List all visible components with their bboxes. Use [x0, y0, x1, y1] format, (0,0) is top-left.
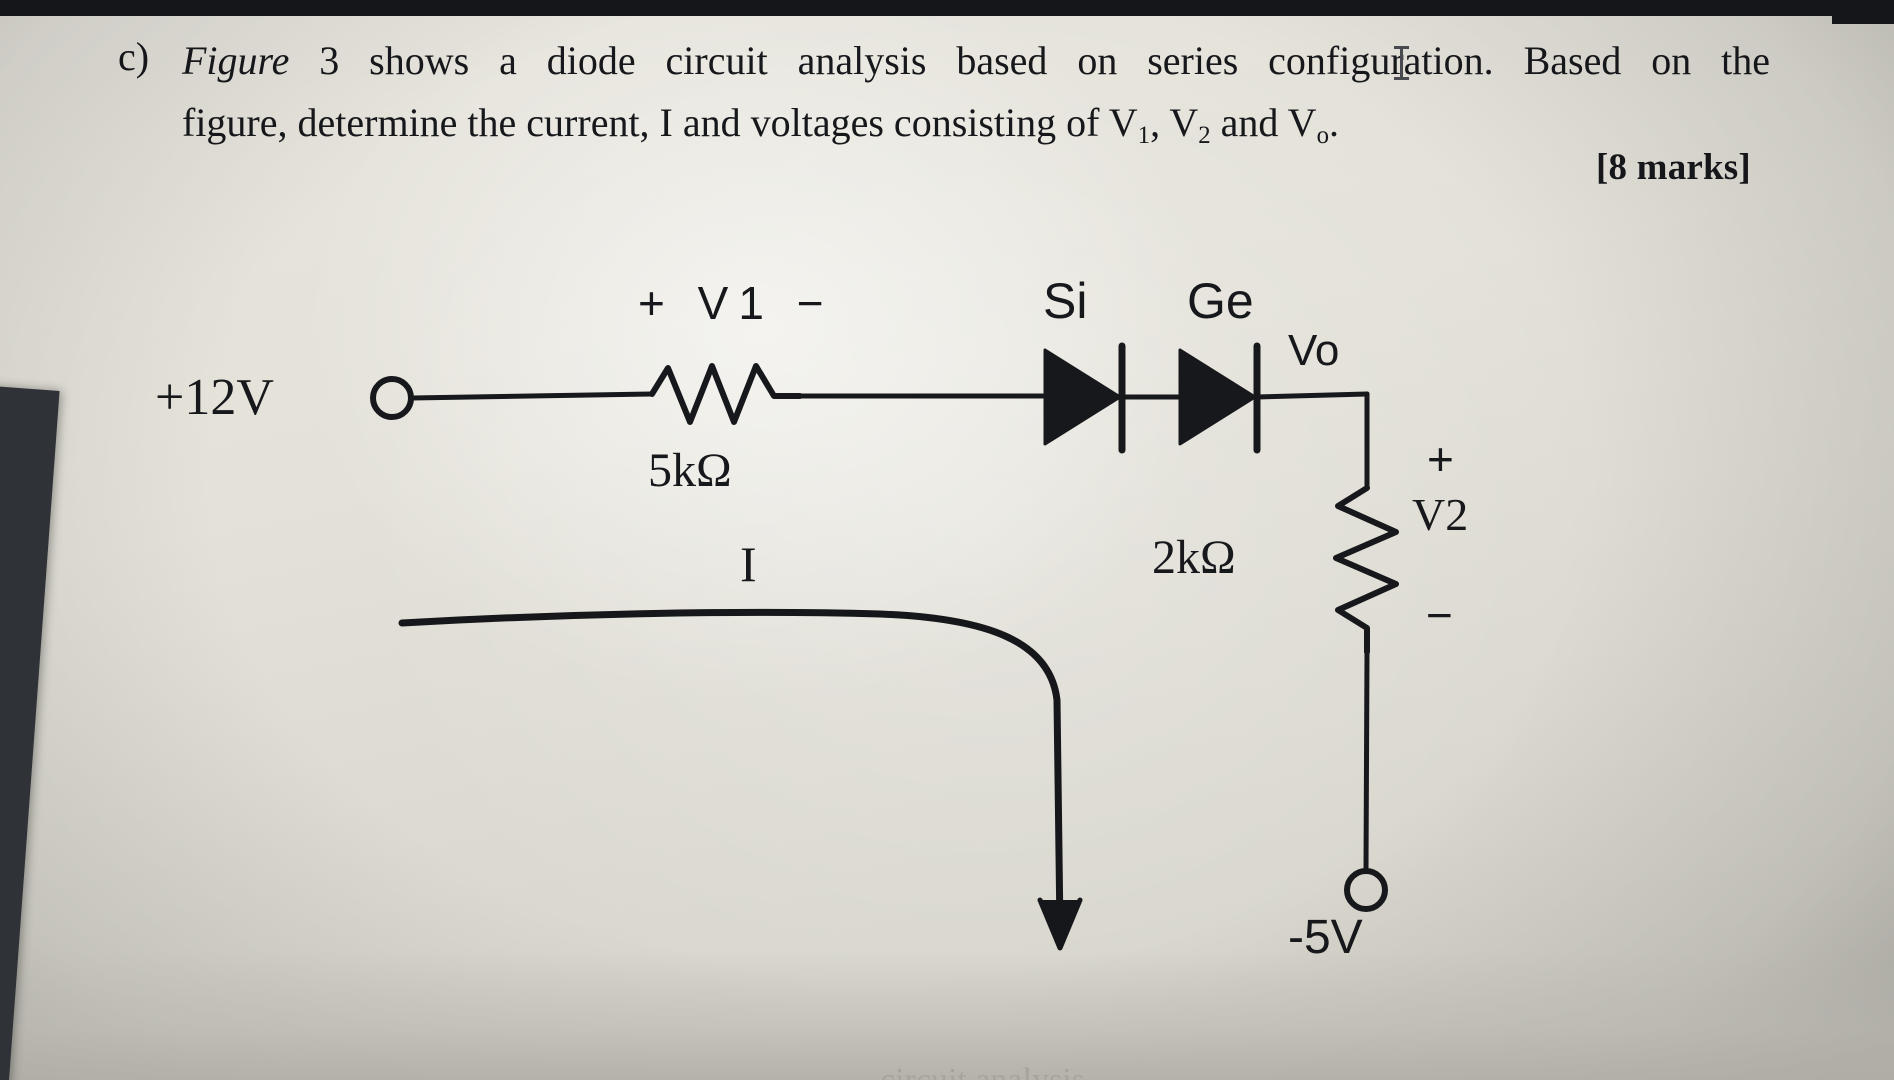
label-current-i: I	[740, 536, 757, 592]
question-word-circuit: circuit	[665, 38, 768, 83]
question-line2-mid: , V	[1150, 100, 1199, 145]
question-word-shows: shows	[369, 38, 470, 83]
photographed-document-page: c) Figure 3 shows a diode circuit analys…	[0, 0, 1894, 1080]
question-word-based-2: Based	[1523, 38, 1622, 83]
question-word-a: a	[499, 38, 517, 83]
question-text-block: c) Figure 3 shows a diode circuit analys…	[118, 30, 1788, 167]
label-diode-ge: Ge	[1187, 273, 1254, 329]
question-word-on-2: on	[1651, 38, 1692, 83]
v1-subscript: 1	[1137, 121, 1151, 149]
screen-top-bezel	[0, 0, 1894, 16]
cut-off-caption: circuit analysis	[880, 1062, 1085, 1080]
label-v2-minus: −	[1426, 589, 1453, 641]
marks-allocation: [8 marks]	[1596, 147, 1751, 188]
question-line-1-text: Figure 3 shows a diode circuit analysis …	[182, 30, 1770, 92]
label-resistor-2k: 2kΩ	[1152, 531, 1236, 584]
question-word-series: series	[1147, 38, 1239, 83]
screen-top-right-bezel	[1832, 0, 1894, 24]
page-left-edge-shadow	[0, 0, 150, 1080]
question-word-analysis: analysis	[797, 38, 927, 83]
label-resistor-5k: 5kΩ	[648, 444, 732, 497]
label-v2: V2	[1412, 489, 1469, 540]
question-line-1: c) Figure 3 shows a diode circuit analys…	[118, 30, 1788, 167]
label-v1: + V1 −	[638, 277, 834, 329]
label-diode-si: Si	[1043, 273, 1088, 329]
label-supply-minus5v: -5V	[1288, 911, 1363, 964]
question-word-3: 3	[319, 38, 340, 83]
question-word-figure: Figure	[182, 38, 290, 83]
v2-subscript: 2	[1198, 121, 1211, 149]
question-line-2-text: figure, determine the current, I and vol…	[182, 92, 1788, 167]
question-line2-suffix: .	[1328, 100, 1339, 145]
label-supply-plus12v: +12V	[155, 369, 274, 426]
question-word-the: the	[1721, 38, 1770, 83]
question-line2-prefix: figure, determine the current, I and vol…	[182, 100, 1138, 145]
vo-subscript: o	[1316, 121, 1329, 149]
question-word-configuration: configuration.	[1268, 38, 1494, 83]
label-v2-plus: +	[1427, 433, 1454, 485]
question-word-on: on	[1077, 38, 1118, 83]
label-vo: Vo	[1288, 326, 1340, 375]
question-word-diode: diode	[546, 38, 636, 83]
question-word-based: based	[956, 38, 1048, 83]
question-line2-mid2: and V	[1210, 100, 1317, 145]
